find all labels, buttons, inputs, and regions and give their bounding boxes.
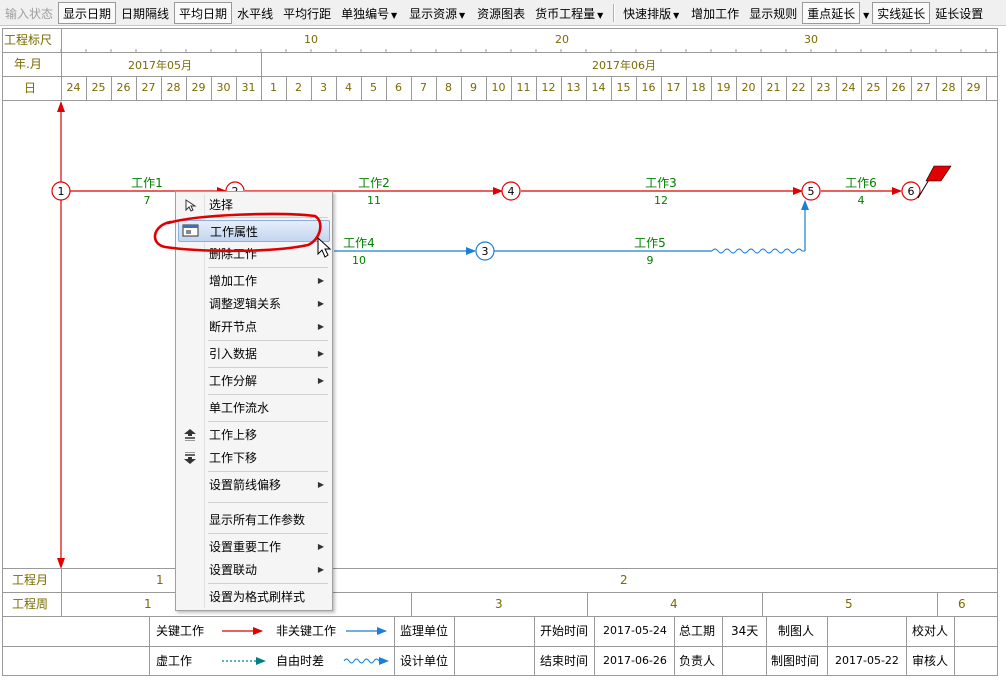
annotation-overlay xyxy=(153,212,332,258)
mouse-cursor-icon xyxy=(317,236,332,258)
highlight-ring xyxy=(153,212,322,253)
